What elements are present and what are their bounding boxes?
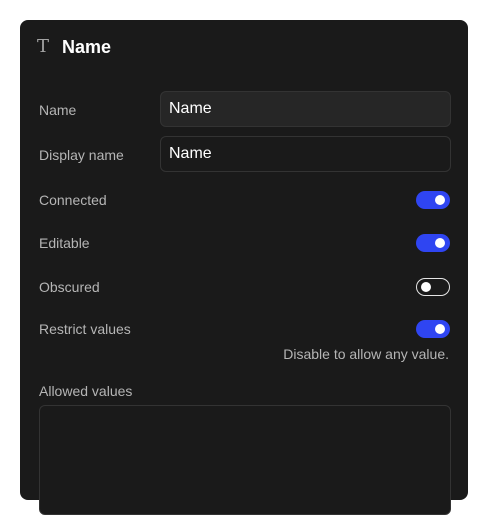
name-input[interactable]: Name <box>160 91 451 127</box>
toggle-knob <box>421 281 431 292</box>
text-type-icon: T <box>37 36 50 57</box>
obscured-label: Obscured <box>39 279 100 295</box>
toggle-knob <box>435 324 445 334</box>
display-name-label: Display name <box>39 147 124 163</box>
display-name-input[interactable]: Name <box>160 136 451 172</box>
editable-toggle[interactable] <box>416 234 450 252</box>
panel-title: Name <box>62 37 112 57</box>
allowed-values-row: Allowed values <box>39 382 450 400</box>
connected-toggle[interactable] <box>416 191 450 209</box>
toggle-knob <box>435 238 445 248</box>
properties-panel: T Name Name Name Display name Name Conne… <box>20 20 468 515</box>
restrict-values-toggle[interactable] <box>416 320 450 338</box>
restrict-values-hint: Disable to allow any value. <box>283 346 449 362</box>
obscured-toggle[interactable] <box>416 278 450 296</box>
restrict-values-label: Restrict values <box>39 321 131 337</box>
toggle-knob <box>435 195 445 205</box>
connected-label: Connected <box>39 192 107 208</box>
allowed-values-label: Allowed values <box>39 383 133 399</box>
obscured-row: Obscured <box>39 278 450 296</box>
editable-row: Editable <box>39 234 450 252</box>
connected-row: Connected <box>39 191 450 209</box>
allowed-values-textarea[interactable] <box>39 405 451 515</box>
panel-header: T Name <box>37 34 111 60</box>
restrict-values-row: Restrict values <box>39 320 450 338</box>
name-label: Name <box>39 102 77 118</box>
editable-label: Editable <box>39 235 90 251</box>
